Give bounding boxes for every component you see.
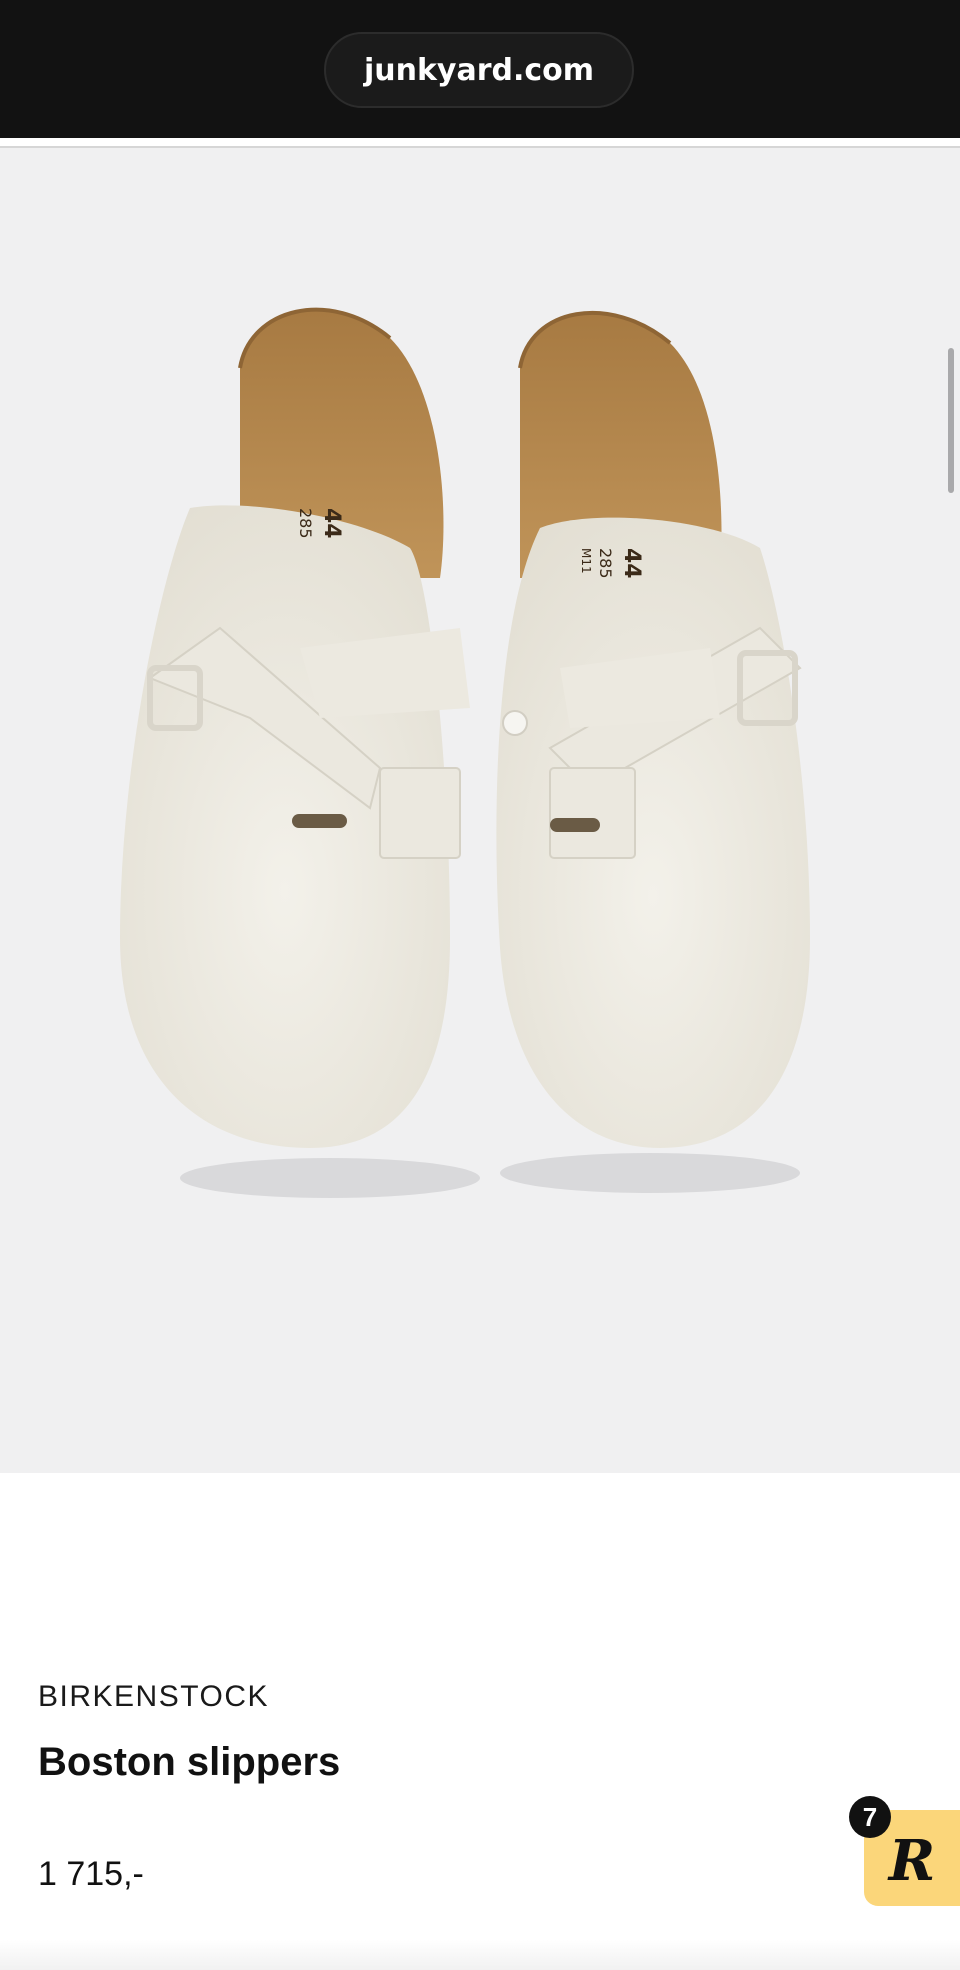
product-brand[interactable]: BIRKENSTOCK <box>38 1680 269 1714</box>
header-divider <box>0 138 960 148</box>
right-insole-length: 285 <box>596 548 615 579</box>
right-shoe: 44 285 M11 <box>496 310 810 1148</box>
browser-top-bar: junkyard.com <box>0 0 960 138</box>
right-insole-width: M11 <box>579 548 593 574</box>
left-insole-length: 285 <box>296 508 315 539</box>
product-title: Boston slippers <box>38 1740 341 1784</box>
left-insole-size: 44 <box>319 508 344 539</box>
svg-text:R: R <box>887 1828 936 1894</box>
scrollbar[interactable] <box>948 348 954 493</box>
rewards-count-badge: 7 <box>849 1796 891 1838</box>
product-price: 1 715,- <box>38 1855 144 1893</box>
left-shoe: 44 285 <box>120 307 470 1149</box>
product-image[interactable]: 44 285 44 285 M11 <box>120 248 840 1248</box>
right-insole-size: 44 <box>619 548 644 579</box>
url-text: junkyard.com <box>363 52 595 88</box>
product-gallery[interactable]: 44 285 44 285 M11 <box>0 148 960 1473</box>
url-bar[interactable]: junkyard.com <box>324 32 634 108</box>
next-section-edge <box>0 1940 960 1970</box>
